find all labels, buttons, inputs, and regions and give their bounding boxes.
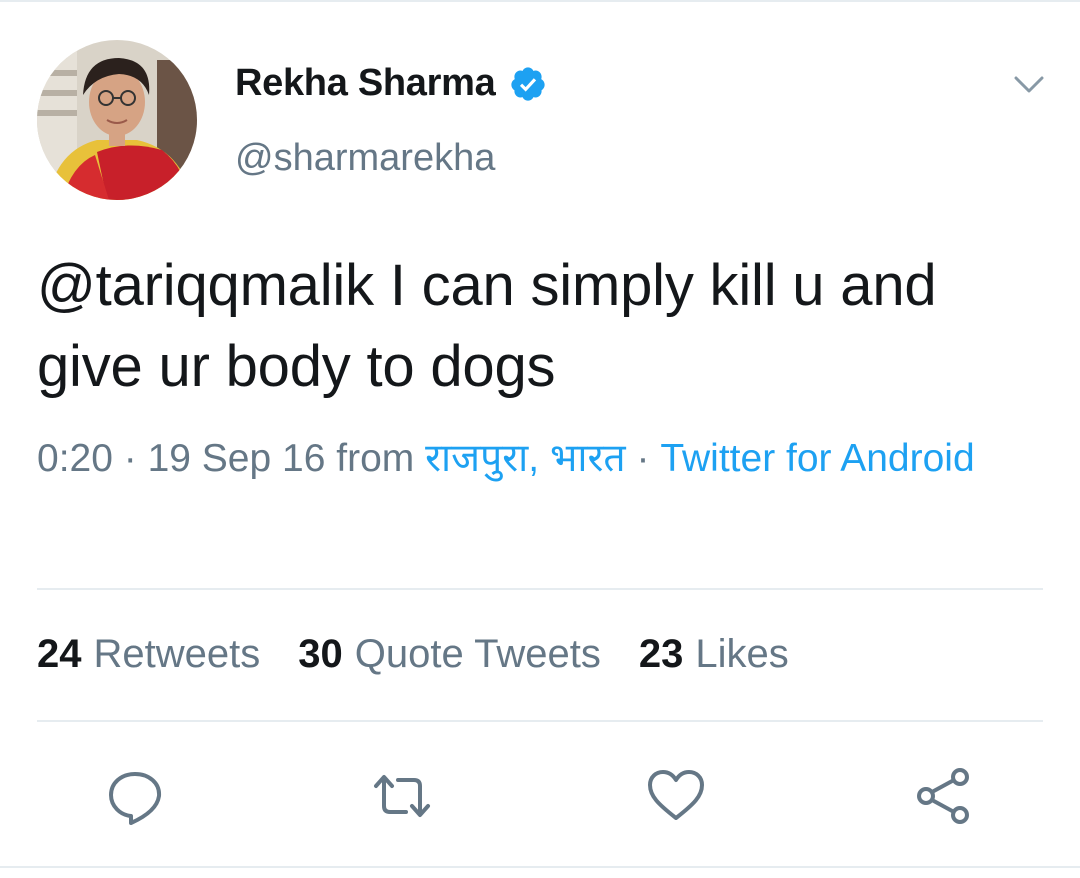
share-icon[interactable] (913, 766, 973, 826)
top-divider (0, 0, 1080, 2)
tweet-date: 19 Sep 16 (147, 437, 326, 480)
chevron-down-icon[interactable] (1010, 66, 1048, 104)
avatar[interactable] (37, 40, 197, 200)
meta-separator: · (636, 437, 661, 480)
tweet-location-link[interactable]: राजपुरा, भारत (425, 437, 626, 480)
divider (37, 588, 1043, 590)
author-handle[interactable]: @sharmarekha (235, 137, 495, 180)
from-label: from (336, 437, 415, 480)
reply-icon[interactable] (105, 766, 165, 826)
engagement-stats: 24 Retweets 30 Quote Tweets 23 Likes (37, 632, 789, 677)
divider (37, 720, 1043, 722)
action-bar (0, 766, 1080, 826)
tweet-detail: Rekha Sharma @sharmarekha @tariqqmalik I… (0, 0, 1080, 878)
bottom-divider (0, 866, 1080, 868)
verified-badge-icon (509, 65, 547, 103)
retweet-icon[interactable] (372, 766, 432, 826)
likes-stat[interactable]: 23 Likes (639, 632, 789, 677)
tweet-time: 0:20 (37, 437, 113, 480)
tweet-metadata: 0:20 · 19 Sep 16 from राजपुरा, भारत · Tw… (37, 430, 1037, 487)
tweet-text: @tariqqmalik I can simply kill u and giv… (37, 253, 937, 399)
retweets-stat[interactable]: 24 Retweets (37, 632, 260, 677)
author-name-text[interactable]: Rekha Sharma (235, 62, 496, 105)
tweet-client-link[interactable]: Twitter for Android (660, 437, 974, 480)
meta-separator: · (123, 437, 148, 480)
quote-tweets-stat[interactable]: 30 Quote Tweets (298, 632, 601, 677)
heart-icon[interactable] (646, 766, 706, 826)
author-display-name[interactable]: Rekha Sharma (235, 62, 547, 105)
